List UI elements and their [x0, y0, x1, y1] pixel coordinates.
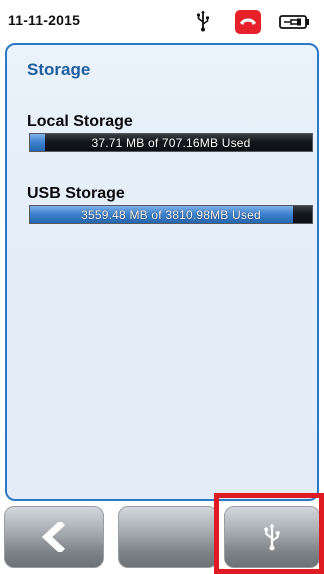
usb-storage-bar: 3559.48 MB of 3810.98MB Used — [29, 205, 313, 224]
blank-button[interactable] — [118, 506, 218, 568]
usb-icon — [196, 10, 209, 32]
local-storage-bar: 37.71 MB of 707.16MB Used — [29, 133, 313, 152]
usb-button-highlight — [214, 493, 324, 574]
back-button[interactable] — [4, 506, 104, 568]
status-bar: 11-11-2015 — [6, 4, 318, 36]
local-storage-label: Local Storage — [27, 113, 133, 130]
chevron-left-icon — [41, 522, 65, 552]
device-screen: 11-11-2015 Storage Local Storage 37.71 M… — [0, 0, 324, 574]
storage-panel: Storage Local Storage 37.71 MB of 707.16… — [5, 43, 319, 501]
local-storage-usage-text: 37.71 MB of 707.16MB Used — [91, 135, 251, 150]
page-title: Storage — [27, 60, 91, 79]
status-date: 11-11-2015 — [8, 12, 81, 28]
usb-storage-usage-text: 3559.48 MB of 3810.98MB Used — [81, 207, 261, 222]
battery-icon — [279, 15, 309, 29]
phone-hangup-icon — [235, 10, 261, 34]
usb-storage-label: USB Storage — [27, 185, 125, 202]
